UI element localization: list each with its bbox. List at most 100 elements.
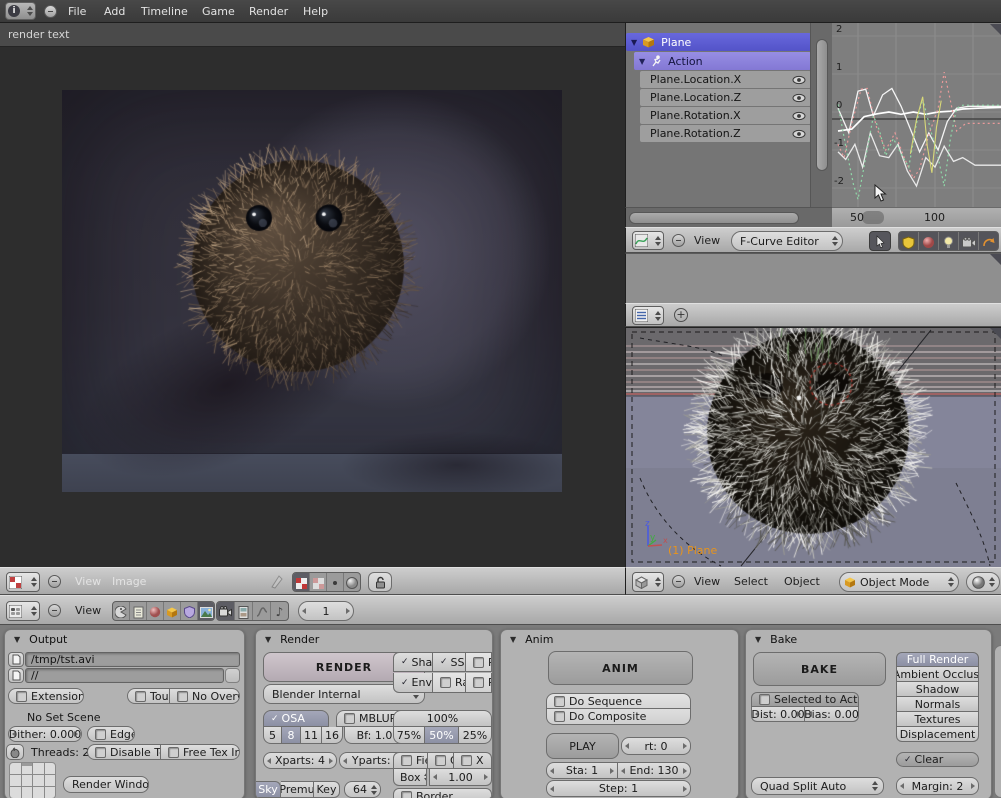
osa-16-button[interactable]: 16 — [322, 727, 343, 744]
do-composite-toggle[interactable]: Do Composite — [546, 709, 691, 725]
image-lock-button[interactable] — [368, 572, 392, 592]
sound-subcontext-button[interactable]: ♪ — [271, 602, 288, 621]
key-toggle[interactable]: Key — [314, 781, 340, 798]
image-rgb-button[interactable] — [293, 573, 310, 592]
object-context-button[interactable] — [164, 602, 181, 621]
paint-mask-icon[interactable] — [268, 573, 286, 591]
shading-context-button[interactable] — [147, 602, 164, 621]
anim-panel-header[interactable]: ▼ Anim — [501, 630, 738, 648]
radio-toggle[interactable]: Radi — [466, 673, 492, 693]
image-menu-image[interactable]: Image — [112, 575, 146, 588]
channel-row[interactable]: Plane.Location.Z — [640, 89, 811, 106]
step-stepper[interactable]: Step: 1 — [546, 780, 691, 797]
buttons-editor-type-button[interactable] — [6, 601, 40, 621]
no-overwrite-toggle[interactable]: No Overwrit — [170, 688, 240, 704]
mode-dropdown[interactable]: Object Mode — [839, 572, 959, 592]
scene-context-button[interactable] — [198, 602, 214, 621]
fcurve-menu-view[interactable]: View — [694, 234, 720, 247]
bake-mode-textures[interactable]: Textures — [896, 712, 979, 727]
envmap-toggle[interactable]: ✓ EnvM — [393, 673, 433, 693]
touch-toggle[interactable]: Touc — [127, 688, 170, 704]
bake-mode-ambient-occlusion[interactable]: Ambient Occlusi — [896, 667, 979, 682]
editing-context-button[interactable] — [181, 602, 198, 621]
play-button[interactable]: PLAY — [546, 733, 619, 759]
eye-icon[interactable] — [792, 93, 806, 103]
menu-file[interactable]: File — [68, 5, 86, 18]
eye-icon[interactable] — [792, 111, 806, 121]
channel-horizontal-scrollbar[interactable] — [625, 207, 832, 227]
area-corner-widget[interactable] — [990, 24, 1001, 35]
logic-context-button[interactable] — [113, 602, 130, 621]
octree-dropdown[interactable]: 64 — [344, 781, 381, 798]
output-path-field[interactable]: /tmp/tst.avi — [25, 652, 240, 667]
filter-scene-button[interactable] — [899, 232, 919, 251]
stepper-left-arrow[interactable] — [267, 758, 271, 764]
selected-to-active-toggle[interactable]: Selected to Active — [751, 692, 859, 707]
stepper-left-arrow[interactable] — [755, 711, 759, 717]
do-sequence-toggle[interactable]: Do Sequence — [546, 693, 691, 709]
image-menu-view[interactable]: View — [75, 575, 101, 588]
margin-stepper[interactable]: Margin: 2 — [896, 777, 979, 795]
panel-collapse-icon[interactable]: ▼ — [755, 635, 761, 644]
border-toggle[interactable]: Border — [393, 788, 492, 798]
frame-number-stepper[interactable]: 1 — [298, 601, 354, 621]
graph-frame-scrollbar[interactable]: 50 100 — [832, 207, 1001, 227]
viewport-3d[interactable]: z y x (1) Plane — [625, 327, 1001, 567]
filter-back-button[interactable] — [979, 232, 998, 251]
render-display-dropdown[interactable]: Render Windo — [63, 776, 149, 793]
backbuf-path-field[interactable]: // — [25, 668, 224, 683]
area-corner-widget[interactable] — [990, 328, 1001, 339]
stepper-left-arrow[interactable] — [550, 768, 554, 774]
grid-cell[interactable] — [10, 775, 21, 786]
fields-toggle[interactable]: Fields — [393, 752, 428, 769]
viewport-hair-ball[interactable] — [626, 328, 1001, 567]
rt-stepper[interactable]: rt: 0 — [621, 737, 691, 755]
eye-icon[interactable] — [792, 75, 806, 85]
menu-render[interactable]: Render — [249, 5, 288, 18]
sky-toggle[interactable]: Sky — [256, 781, 281, 798]
size-75-button[interactable]: 75% — [393, 727, 425, 744]
grid-cell[interactable] — [45, 775, 56, 786]
grid-cell[interactable] — [33, 775, 44, 786]
viewport-header-collapse-button[interactable] — [672, 575, 685, 588]
end-frame-stepper[interactable]: End: 130 — [618, 762, 691, 779]
backbuf-use-button[interactable] — [225, 668, 240, 683]
render-panel-header[interactable]: ▼ Render — [256, 630, 492, 648]
viewport-editor-type-button[interactable] — [632, 572, 664, 592]
output-panel-header[interactable]: ▼ Output — [5, 630, 244, 648]
expand-triangle-icon[interactable]: ▼ — [639, 57, 645, 66]
anim-subcontext-button[interactable] — [253, 602, 271, 621]
dither-slider[interactable]: Dither: 0.000 — [8, 726, 82, 742]
menu-help[interactable]: Help — [303, 5, 328, 18]
menu-game[interactable]: Game — [202, 5, 235, 18]
stepper-left-arrow[interactable] — [433, 774, 437, 780]
sss-toggle[interactable]: ✓ SS — [433, 652, 466, 672]
grid-cell[interactable] — [22, 775, 33, 786]
cursor-tool-button[interactable] — [869, 231, 891, 251]
bake-button[interactable]: BAKE — [753, 652, 886, 686]
mouse-placement-button[interactable] — [6, 744, 24, 760]
render-subcontext-button[interactable] — [217, 602, 235, 621]
size-25-button[interactable]: 25% — [459, 727, 492, 744]
mini-editor-type-button[interactable] — [632, 306, 664, 325]
channel-object-row[interactable]: ▼ Plane — [626, 33, 811, 51]
extensions-toggle[interactable]: Extensions — [8, 688, 84, 704]
menu-timeline[interactable]: Timeline — [141, 5, 188, 18]
channel-row[interactable]: Plane.Rotation.X — [640, 107, 811, 124]
grid-cell[interactable] — [45, 787, 56, 798]
buttons-header-collapse-button[interactable] — [48, 604, 61, 617]
bake-mode-normals[interactable]: Normals — [896, 697, 979, 712]
stepper-left-arrow[interactable] — [621, 768, 625, 774]
filter-dropdown[interactable]: Box — [393, 769, 427, 786]
grid-cell[interactable] — [33, 763, 44, 774]
editor-mode-dropdown[interactable]: F-Curve Editor — [731, 231, 843, 251]
grid-cell[interactable] — [10, 787, 21, 798]
xparts-stepper[interactable]: Xparts: 4 — [263, 752, 337, 769]
size-100-button[interactable]: 100% — [393, 710, 492, 727]
free-tex-toggle[interactable]: Free Tex Imag — [161, 744, 240, 760]
size-50-button[interactable]: 50% — [425, 727, 459, 744]
add-button[interactable]: + — [674, 308, 688, 322]
osa-5-button[interactable]: 5 — [263, 727, 282, 744]
osa-11-button[interactable]: 11 — [301, 727, 322, 744]
grid-cell[interactable] — [10, 763, 21, 774]
